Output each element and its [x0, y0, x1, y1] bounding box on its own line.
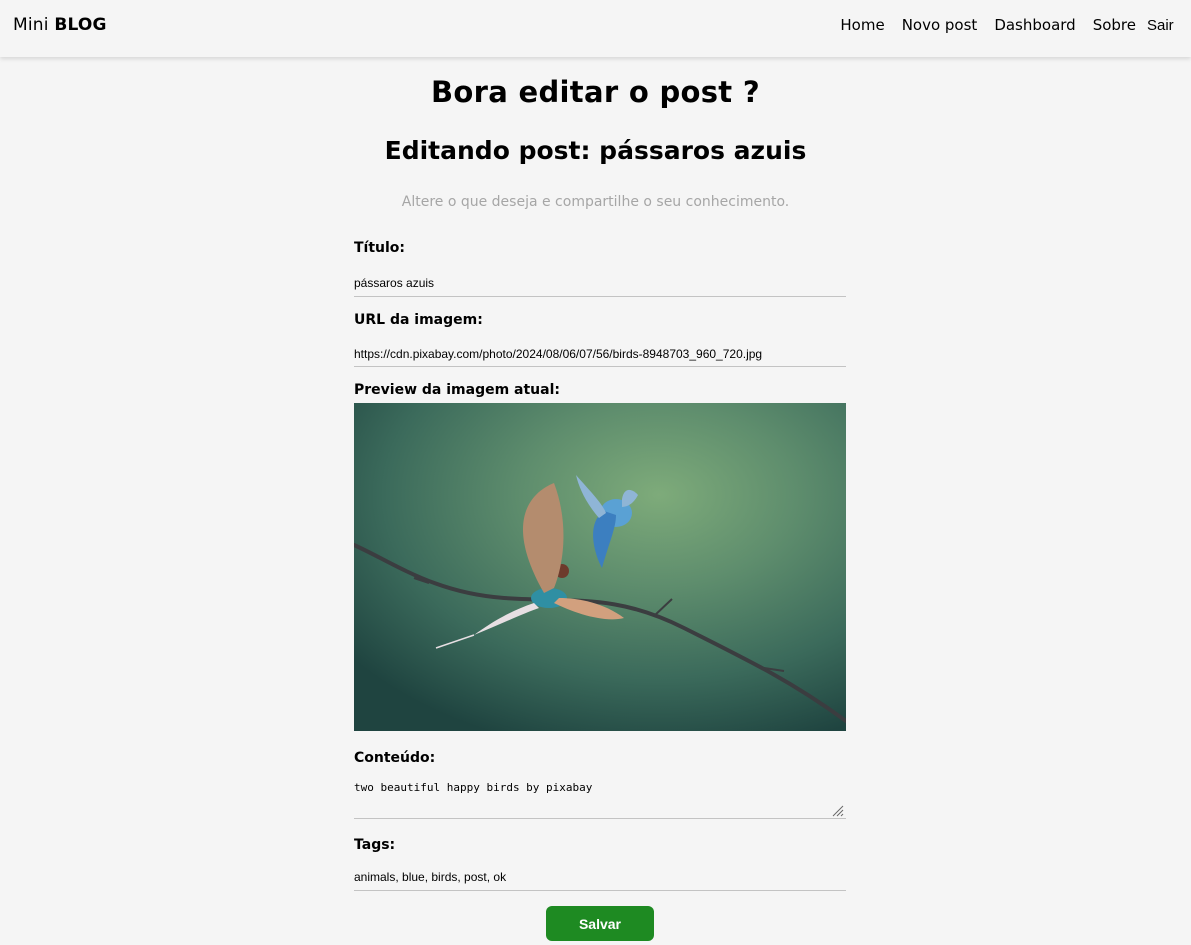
logout-button[interactable]: Sair [1147, 17, 1174, 34]
preview-label: Preview da imagem atual: [354, 382, 560, 398]
nav-links: Home Novo post Dashboard Sobre [840, 16, 1136, 34]
brand-logo[interactable]: Mini BLOG [13, 15, 107, 35]
nav-link-new-post[interactable]: Novo post [902, 16, 978, 34]
page-description: Altere o que deseja e compartilhe o seu … [401, 194, 790, 210]
resize-handle-icon[interactable] [830, 803, 844, 817]
nav-link-about[interactable]: Sobre [1093, 16, 1136, 34]
nav-link-dashboard[interactable]: Dashboard [994, 16, 1075, 34]
brand-light: Mini [13, 15, 49, 35]
navbar: Mini BLOG Home Novo post Dashboard Sobre… [0, 0, 1191, 57]
save-button[interactable]: Salvar [546, 906, 654, 941]
page-title: Bora editar o post ? [431, 75, 760, 109]
nav-link-home[interactable]: Home [840, 16, 884, 34]
image-url-label: URL da imagem: [354, 312, 483, 328]
edit-post-heading: Editando post: pássaros azuis [384, 136, 807, 165]
title-input[interactable] [354, 270, 846, 297]
tags-label: Tags: [354, 837, 396, 853]
content-label: Conteúdo: [354, 750, 436, 766]
image-preview [354, 403, 846, 731]
content-textarea[interactable]: two beautiful happy birds by pixabay [354, 781, 846, 819]
image-url-input[interactable] [354, 341, 846, 367]
birds-photo [354, 403, 846, 731]
tags-input[interactable] [354, 864, 846, 891]
brand-bold: BLOG [54, 15, 107, 35]
title-label: Título: [354, 240, 406, 256]
